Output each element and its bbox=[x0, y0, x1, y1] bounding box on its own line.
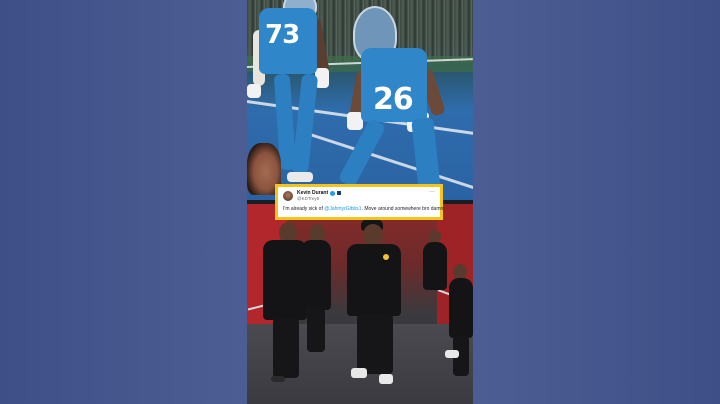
tweet-card: Kevin Durant @KDTrey5 ··· I'm already si… bbox=[275, 184, 445, 220]
football-field-scene: 73 26 bbox=[247, 0, 473, 200]
shoe bbox=[287, 172, 313, 182]
football-player-right: 26 bbox=[337, 0, 473, 193]
tweet-mention-link[interactable]: @JahmyrGibbs1 bbox=[324, 206, 361, 212]
tunnel-scene bbox=[247, 204, 473, 404]
jacket bbox=[301, 240, 331, 310]
more-options-icon[interactable]: ··· bbox=[429, 189, 435, 195]
pants bbox=[273, 318, 299, 378]
sneaker bbox=[271, 376, 285, 382]
jersey-number: 26 bbox=[373, 82, 414, 117]
affiliate-badge-icon bbox=[337, 191, 342, 195]
jersey-number: 73 bbox=[265, 20, 300, 50]
person bbox=[299, 224, 333, 364]
person bbox=[443, 264, 473, 394]
sneaker bbox=[445, 350, 459, 358]
head bbox=[363, 224, 383, 246]
tweet-header: Kevin Durant @KDTrey5 bbox=[283, 190, 435, 202]
jacket bbox=[449, 278, 473, 338]
verified-badge-icon bbox=[330, 190, 336, 196]
sneaker bbox=[379, 374, 393, 384]
tweet-text-end: . Move around somewhere bro damn. bbox=[361, 206, 445, 212]
author-handle: @KDTrey5 bbox=[297, 196, 320, 201]
tweet-author: Kevin Durant @KDTrey5 bbox=[297, 190, 342, 202]
glove bbox=[247, 84, 261, 98]
tweet-text: I'm already sick of @JahmyrGibbs1. Move … bbox=[283, 206, 445, 212]
person-center bbox=[339, 218, 409, 394]
leg bbox=[291, 73, 319, 175]
pants bbox=[357, 314, 393, 374]
tweet-text-start: I'm already sick of bbox=[283, 206, 325, 212]
leg bbox=[411, 117, 441, 193]
pants bbox=[307, 308, 325, 352]
team-logo bbox=[383, 254, 389, 260]
avatar bbox=[283, 191, 293, 201]
jacket bbox=[347, 244, 401, 316]
sneaker bbox=[351, 368, 367, 378]
video-frame: 73 26 Kevin Durant @KDTrey5 ··· I'm alre… bbox=[247, 0, 473, 404]
